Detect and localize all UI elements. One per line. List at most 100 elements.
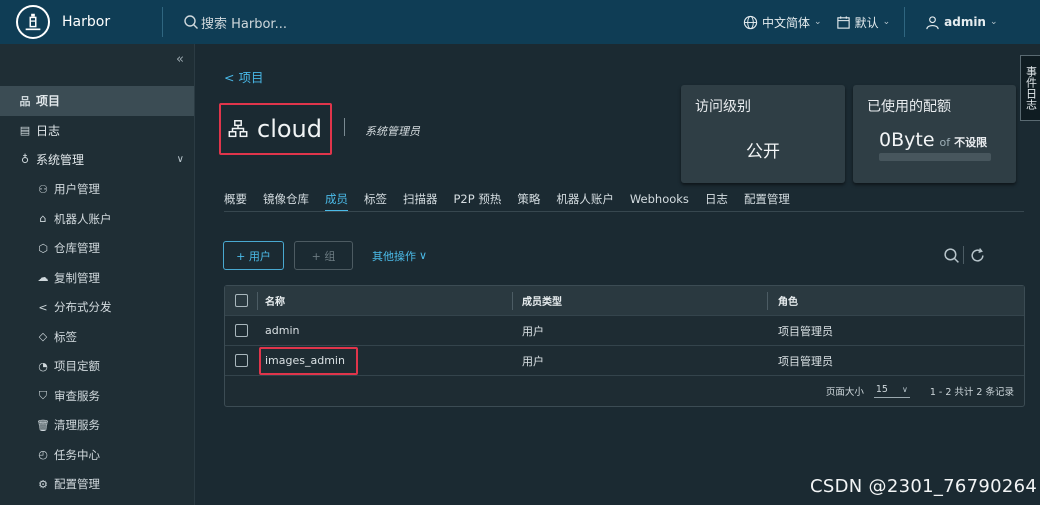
sidebar-item-label: 配置管理 — [54, 477, 100, 492]
sidebar-item-label: 用户管理 — [54, 182, 100, 197]
gear-icon: ⚙ — [38, 477, 48, 491]
tab-labels[interactable]: 标签 — [364, 186, 387, 212]
table-row[interactable]: admin 用户 项目管理员 — [225, 316, 1024, 346]
calendar-icon — [836, 15, 850, 29]
sidebar-item-robot-accounts[interactable]: ⌂ 机器人账户 — [0, 204, 194, 234]
header-divider — [162, 7, 163, 37]
member-role: 项目管理员 — [778, 324, 833, 338]
header-divider — [904, 7, 906, 37]
back-to-projects-link[interactable]: < 项目 — [224, 67, 263, 86]
refresh-icon[interactable] — [969, 247, 986, 267]
sidebar-item-label: 分布式分发 — [54, 300, 112, 315]
tab-repositories[interactable]: 镜像仓库 — [263, 186, 309, 212]
date-format-label: 默认 — [854, 15, 879, 30]
sidebar-item-registries[interactable]: ⬡ 仓库管理 — [0, 234, 194, 264]
add-user-button[interactable]: + 用户 — [223, 241, 284, 270]
tab-scanner[interactable]: 扫描器 — [403, 186, 438, 212]
date-format-selector[interactable]: 默认 ⌄ — [836, 14, 890, 31]
harbor-logo-icon[interactable] — [16, 5, 50, 39]
users-icon: ⚇ — [38, 182, 48, 196]
page-size-select[interactable]: 15 ∨ — [873, 384, 910, 398]
language-label: 中文简体 — [762, 15, 811, 30]
event-log-tab[interactable]: 事件日志 — [1020, 55, 1040, 121]
sidebar-item-label: 仓库管理 — [54, 241, 100, 256]
sidebar-item-system-admin[interactable]: ♁ 系统管理 ∨ — [0, 145, 194, 175]
search-input[interactable]: 搜索 Harbor... — [201, 13, 287, 32]
column-header-member-type[interactable]: 成员类型 — [522, 293, 562, 308]
quota-title: 已使用的配额 — [867, 99, 951, 115]
table-header: 名称 成员类型 角色 — [225, 286, 1024, 316]
row-checkbox[interactable] — [235, 324, 248, 337]
chevron-down-icon: ∨ — [176, 154, 184, 166]
sidebar-item-label: 清理服务 — [54, 418, 100, 433]
dashboard-icon: ◴ — [38, 448, 48, 462]
column-divider — [257, 292, 258, 310]
quota-icon: ◔ — [38, 359, 48, 373]
sidebar-item-users[interactable]: ⚇ 用户管理 — [0, 175, 194, 205]
chevron-down-icon: ∨ — [419, 249, 428, 262]
sidebar-item-replications[interactable]: ☁ 复制管理 — [0, 263, 194, 293]
sidebar-nav: 品项目 ▤ 日志 ♁ 系统管理 ∨ ⚇ 用户管理 ⌂ 机器人账户 ⬡ 仓库管理 ☁ 复制管理 … — [0, 86, 194, 499]
system-admin-icon: ♁ — [20, 153, 30, 167]
tab-configuration[interactable]: 配置管理 — [744, 186, 790, 212]
watermark: CSDN @2301_76790264 — [810, 476, 1038, 497]
user-icon — [926, 15, 939, 29]
sidebar-item-projects[interactable]: 品项目 — [0, 86, 194, 116]
robot-icon: ⌂ — [39, 212, 47, 226]
tab-webhooks[interactable]: Webhooks — [630, 186, 689, 212]
search-icon — [184, 15, 198, 29]
user-menu[interactable]: admin ⌄ — [925, 15, 998, 30]
row-checkbox[interactable] — [235, 354, 248, 367]
add-group-button[interactable]: + 组 — [294, 241, 353, 270]
tab-members[interactable]: 成员 — [325, 186, 348, 212]
sidebar-item-label: 项目定额 — [54, 359, 100, 374]
column-header-name[interactable]: 名称 — [265, 293, 285, 308]
access-level-card: 访问级别 公开 — [681, 85, 845, 183]
global-search[interactable]: 搜索 Harbor... — [183, 13, 743, 32]
sidebar-item-label: 标签 — [54, 329, 77, 344]
more-actions-button[interactable]: 其他操作 ∨ — [372, 241, 442, 270]
registry-icon: ⬡ — [38, 241, 48, 255]
search-members-icon[interactable] — [943, 247, 960, 267]
tab-robot-accounts[interactable]: 机器人账户 — [556, 186, 614, 212]
username: admin — [944, 15, 986, 29]
sidebar-item-logs[interactable]: ▤ 日志 — [0, 116, 194, 146]
column-divider — [767, 292, 768, 310]
sidebar-item-label: 日志 — [36, 123, 61, 138]
sidebar-item-distribution[interactable]: < 分布式分发 — [0, 293, 194, 323]
sidebar: « 品项目 ▤ 日志 ♁ 系统管理 ∨ ⚇ 用户管理 ⌂ 机器人账户 ⬡ 仓库管理 ☁ 复制管… — [0, 44, 195, 505]
top-header: Harbor 搜索 Harbor... 中文简体 ⌄ 默认 ⌄ admin ⌄ — [0, 0, 1040, 44]
access-level-value: 公开 — [746, 142, 780, 162]
brand-name[interactable]: Harbor — [62, 14, 162, 30]
select-all-checkbox[interactable] — [235, 294, 248, 307]
member-name: images_admin — [265, 354, 345, 367]
chevron-down-icon: ∨ — [901, 385, 908, 394]
sidebar-item-job-service[interactable]: ◴ 任务中心 — [0, 440, 194, 470]
project-icon — [228, 120, 248, 138]
collapse-sidebar-icon[interactable]: « — [176, 52, 184, 67]
project-name: cloud — [257, 115, 322, 143]
chevron-down-icon: ⌄ — [989, 17, 998, 27]
tab-logs[interactable]: 日志 — [705, 186, 728, 212]
sidebar-item-labels[interactable]: ◇ 标签 — [0, 322, 194, 352]
trash-icon: 🗑 — [36, 418, 50, 432]
tab-policy[interactable]: 策略 — [517, 186, 540, 212]
member-name: admin — [265, 324, 300, 337]
members-table: 名称 成员类型 角色 admin 用户 项目管理员 images_admin 用… — [224, 285, 1025, 407]
column-header-role[interactable]: 角色 — [778, 293, 798, 308]
table-row[interactable]: images_admin 用户 项目管理员 — [225, 346, 1024, 376]
sidebar-item-clean-up[interactable]: 🗑 清理服务 — [0, 411, 194, 441]
sidebar-item-configuration[interactable]: ⚙ 配置管理 — [0, 470, 194, 500]
member-type: 用户 — [522, 354, 544, 368]
sidebar-item-project-quotas[interactable]: ◔ 项目定额 — [0, 352, 194, 382]
page-size-value: 15 — [875, 384, 888, 395]
tab-summary[interactable]: 概要 — [224, 186, 247, 212]
sidebar-item-interrogation-services[interactable]: ⛉ 审查服务 — [0, 381, 194, 411]
share-icon: < — [38, 300, 48, 314]
project-tabs: 概要 镜像仓库 成员 标签 扫描器 P2P 预热 策略 机器人账户 Webhoo… — [224, 186, 806, 212]
project-role: 系统管理员 — [365, 125, 420, 138]
tab-p2p-preheat[interactable]: P2P 预热 — [454, 186, 502, 212]
more-actions-label: 其他操作 — [372, 249, 416, 263]
member-role: 项目管理员 — [778, 354, 833, 368]
language-selector[interactable]: 中文简体 ⌄ — [743, 14, 822, 31]
